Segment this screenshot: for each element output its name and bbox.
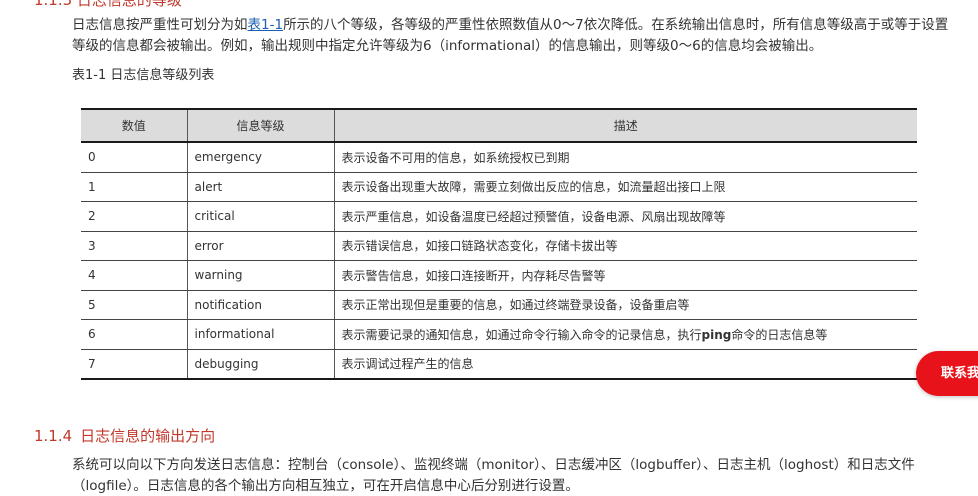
cell-level: debugging <box>186 349 334 380</box>
cell-value: 1 <box>81 172 187 202</box>
cell-level: emergency <box>186 142 334 173</box>
contact-us-button[interactable]: 联系我们 <box>916 351 978 396</box>
cell-level: error <box>186 231 334 261</box>
table-row: 3 error 表示错误信息，如接口链路状态变化，存储卡拔出等 <box>81 231 917 261</box>
cell-level: warning <box>186 260 334 291</box>
section-number: 1.1.4 <box>34 427 73 445</box>
header-value: 数值 <box>81 108 187 143</box>
table-reference-link[interactable]: 表1-1 <box>248 17 284 33</box>
log-level-table: 数值 信息等级 描述 0 emergency 表示设备不可用的信息，如系统授权已… <box>81 108 917 380</box>
cell-description: 表示正常出现但是重要的信息，如通过终端登录设备，设备重启等 <box>333 290 917 320</box>
cell-description: 表示严重信息，如设备温度已经超过预警值，设备电源、风扇出现故障等 <box>333 201 917 232</box>
cell-value: 3 <box>81 231 187 261</box>
table-row: 7 debugging 表示调试过程产生的信息 <box>81 349 917 380</box>
cell-level: notification <box>186 290 334 320</box>
table-row: 5 notification 表示正常出现但是重要的信息，如通过终端登录设备，设… <box>81 290 917 320</box>
ping-keyword: ping <box>701 327 732 342</box>
section-heading: 1.1.4 日志信息的输出方向 <box>34 426 215 446</box>
section-title: 日志信息的输出方向 <box>80 427 216 445</box>
table-row: 1 alert 表示设备出现重大故障，需要立刻做出反应的信息，如流量超出接口上限 <box>81 172 917 202</box>
table-row: 0 emergency 表示设备不可用的信息，如系统授权已到期 <box>81 142 917 173</box>
section-paragraph: 系统可以向以下方向发送日志信息：控制台（console）、监视终端（monito… <box>72 457 915 494</box>
header-description: 描述 <box>333 108 917 143</box>
table-row: 6 informational 表示需要记录的通知信息，如通过命令行输入命令的记… <box>81 319 917 350</box>
cell-description: 表示调试过程产生的信息 <box>333 349 917 380</box>
cell-description: 表示设备出现重大故障，需要立刻做出反应的信息，如流量超出接口上限 <box>333 172 917 202</box>
description-text: 命令的日志信息等 <box>731 327 828 342</box>
cell-value: 7 <box>81 349 187 380</box>
cell-value: 2 <box>81 201 187 232</box>
document-page: 1.1.3 日志信息的等级 日志信息按严重性可划分为如表1-1所示的八个等级，各… <box>0 0 978 496</box>
cell-value: 4 <box>81 260 187 291</box>
intro-text-before: 日志信息按严重性可划分为如 <box>72 17 248 33</box>
cell-value: 5 <box>81 290 187 320</box>
previous-section-heading: 1.1.3 日志信息的等级 <box>34 0 182 9</box>
cell-description: 表示需要记录的通知信息，如通过命令行输入命令的记录信息，执行ping命令的日志信… <box>333 319 917 350</box>
table-row: 4 warning 表示警告信息，如接口连接断开，内存耗尽告警等 <box>81 260 917 291</box>
cell-description: 表示警告信息，如接口连接断开，内存耗尽告警等 <box>333 260 917 291</box>
table-caption: 表1-1 日志信息等级列表 <box>72 68 215 83</box>
cell-value: 6 <box>81 319 187 350</box>
cell-value: 0 <box>81 142 187 173</box>
cell-level: alert <box>186 172 334 202</box>
table-header-row: 数值 信息等级 描述 <box>81 108 917 143</box>
header-level: 信息等级 <box>186 108 334 143</box>
cell-description: 表示设备不可用的信息，如系统授权已到期 <box>333 142 917 173</box>
cell-level: informational <box>186 319 334 350</box>
cell-description: 表示错误信息，如接口链路状态变化，存储卡拔出等 <box>333 231 917 261</box>
description-text: 表示需要记录的通知信息，如通过命令行输入命令的记录信息，执行 <box>341 327 702 342</box>
intro-paragraph: 日志信息按严重性可划分为如表1-1所示的八个等级，各等级的严重性依照数值从0～7… <box>72 15 952 57</box>
cell-level: critical <box>186 201 334 232</box>
table-row: 2 critical 表示严重信息，如设备温度已经超过预警值，设备电源、风扇出现… <box>81 201 917 232</box>
